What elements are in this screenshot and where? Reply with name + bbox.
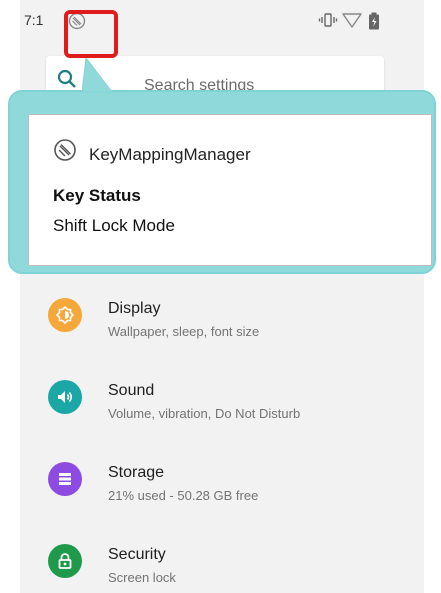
settings-item-title: Storage [108,464,165,481]
settings-item-security[interactable]: Security Screen lock [20,526,424,593]
key-mapping-app-icon [53,138,77,167]
settings-item-title: Sound [108,382,155,399]
wifi-icon [342,12,362,33]
settings-item-subtitle: 21% used - 50.28 GB free [108,488,259,503]
settings-item-subtitle: Screen lock [108,570,176,585]
battery-icon [368,12,380,35]
vibrate-icon [318,12,338,33]
notification-app-name: KeyMappingManager [89,145,251,164]
storage-icon [48,462,82,496]
notification-title: Key Status [53,186,141,205]
settings-screen: 7:1 Search settings Display Wallpaper, s… [20,0,424,593]
sound-icon [48,380,82,414]
settings-item-title: Display [108,300,161,317]
settings-item-display[interactable]: Display Wallpaper, sleep, font size [20,280,424,352]
display-icon [48,298,82,332]
status-time: 7:1 [24,12,44,28]
callout-pointer [82,58,114,93]
highlight-box [64,10,118,58]
notification-text: Shift Lock Mode [53,216,175,235]
settings-item-storage[interactable]: Storage 21% used - 50.28 GB free [20,444,424,516]
settings-item-subtitle: Wallpaper, sleep, font size [108,324,260,339]
settings-item-subtitle: Volume, vibration, Do Not Disturb [108,406,301,421]
settings-item-sound[interactable]: Sound Volume, vibration, Do Not Disturb [20,362,424,434]
lock-icon [48,544,82,578]
settings-item-title: Security [108,546,166,563]
notification-card[interactable]: KeyMappingManager Key Status Shift Lock … [28,114,432,266]
